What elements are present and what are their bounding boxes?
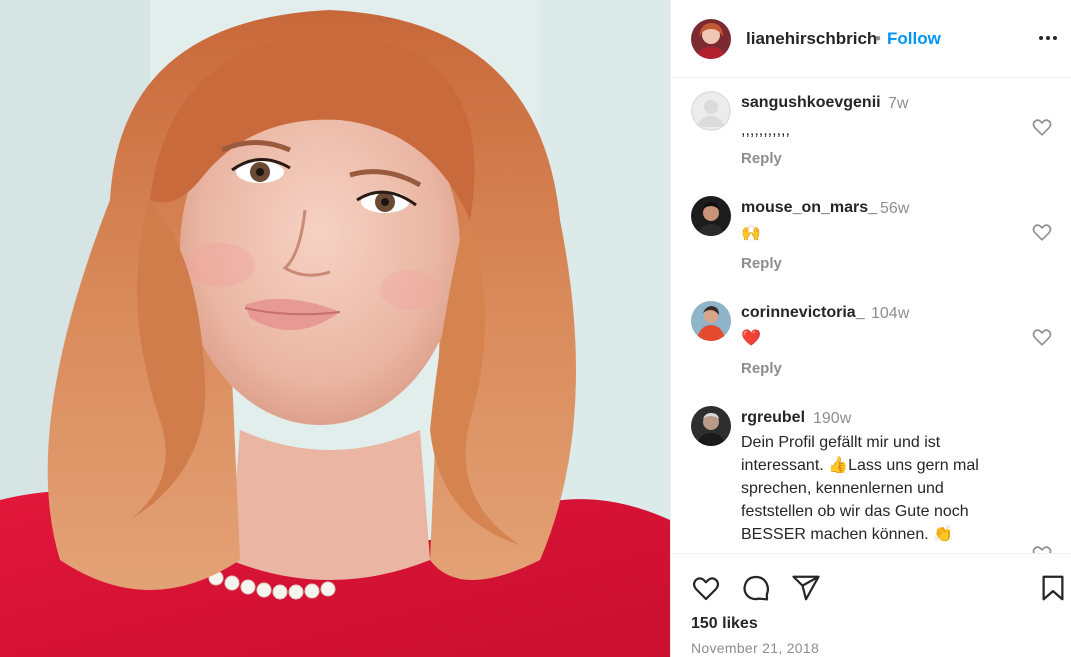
comment-timestamp[interactable]: 190w	[813, 410, 851, 428]
commenter-avatar[interactable]	[691, 91, 731, 131]
commenter-username[interactable]: mouse_on_mars_	[741, 199, 877, 217]
more-horizontal-icon[interactable]	[1036, 26, 1060, 50]
post-date[interactable]: November 21, 2018	[691, 640, 819, 656]
reply-button[interactable]: Reply	[741, 255, 782, 272]
commenter-username[interactable]: sangushkoevgenii	[741, 94, 881, 112]
commenter-username[interactable]: rgreubel	[741, 409, 805, 427]
portrait-image	[0, 0, 670, 657]
comment-item: rgreubel 190w Dein Profil gefällt mir un…	[671, 394, 1071, 553]
heart-icon[interactable]	[1031, 116, 1053, 138]
reply-button[interactable]: Reply	[741, 360, 782, 377]
post-actions-bar: 150 likes November 21, 2018	[671, 553, 1071, 657]
reply-button[interactable]: Reply	[741, 150, 782, 167]
comment-text: ,,,,,,,,,,,	[741, 122, 790, 139]
post-header: lianehirschbrich • Follow	[671, 0, 1071, 78]
comment-timestamp[interactable]: 7w	[888, 95, 908, 113]
author-avatar[interactable]	[691, 19, 731, 59]
heart-icon[interactable]	[1031, 543, 1053, 553]
author-username[interactable]: lianehirschbrich	[746, 29, 877, 49]
post-details-panel: lianehirschbrich • Follow sangushkoevgen…	[670, 0, 1071, 657]
commenter-avatar[interactable]	[691, 196, 731, 236]
comment-text: ❤️	[741, 330, 761, 347]
comment-item: mouse_on_mars_ 56w 🙌 Reply	[671, 184, 1071, 289]
comments-list[interactable]: sangushkoevgenii 7w ,,,,,,,,,,, Reply mo…	[671, 79, 1071, 553]
likes-count[interactable]: 150 likes	[691, 615, 758, 633]
commenter-avatar[interactable]	[691, 406, 731, 446]
heart-icon[interactable]	[1031, 326, 1053, 348]
separator-dot: •	[875, 29, 881, 48]
comment-text: 🙌	[741, 225, 761, 242]
comment-timestamp[interactable]: 56w	[880, 200, 909, 218]
heart-icon[interactable]	[1031, 221, 1053, 243]
bookmark-icon[interactable]	[1038, 573, 1068, 603]
comment-icon[interactable]	[741, 573, 771, 603]
heart-icon[interactable]	[691, 573, 721, 603]
comment-timestamp[interactable]: 104w	[871, 305, 909, 323]
follow-button[interactable]: Follow	[887, 29, 941, 49]
comment-text: Dein Profil gefällt mir und ist interess…	[741, 434, 979, 543]
comment-item: sangushkoevgenii 7w ,,,,,,,,,,, Reply	[671, 79, 1071, 184]
share-icon[interactable]	[791, 573, 821, 603]
post-photo[interactable]	[0, 0, 670, 657]
comment-item: corinnevictoria_ 104w ❤️ Reply	[671, 289, 1071, 394]
commenter-username[interactable]: corinnevictoria_	[741, 304, 865, 322]
commenter-avatar[interactable]	[691, 301, 731, 341]
